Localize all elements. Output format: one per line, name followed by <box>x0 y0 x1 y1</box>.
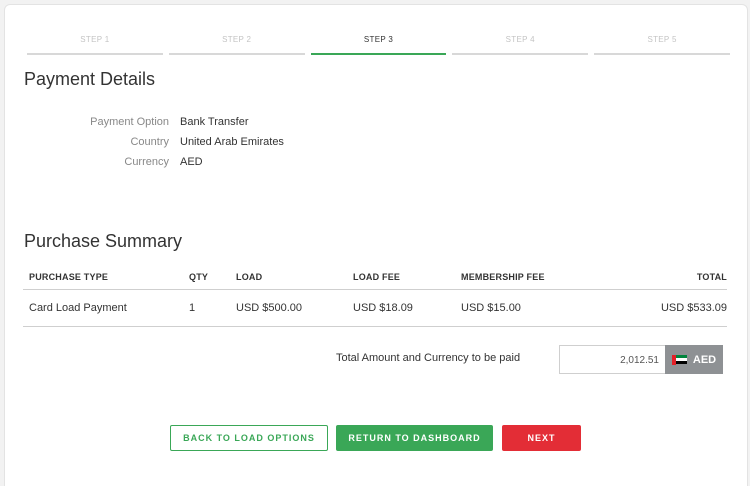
cell-load: USD $500.00 <box>236 289 353 327</box>
purchase-summary-table: PURCHASE TYPE QTY LOAD LOAD FEE MEMBERSH… <box>23 265 727 327</box>
step-1: STEP 1 <box>27 35 163 55</box>
total-amount-field: 2,012.51 <box>559 345 665 374</box>
step-3: STEP 3 <box>310 35 447 55</box>
currency-code: AED <box>692 353 717 366</box>
col-load: LOAD <box>236 265 353 290</box>
detail-row-country: Country United Arab Emirates <box>5 132 305 152</box>
col-membership-fee: MEMBERSHIP FEE <box>461 265 591 290</box>
step-2: STEP 2 <box>168 35 305 55</box>
purchase-summary-title: Purchase Summary <box>24 231 183 251</box>
table-row: Card Load Payment 1 USD $500.00 USD $18.… <box>23 289 727 327</box>
currency-badge: AED <box>665 345 723 374</box>
step-progress: STEP 1 STEP 2 STEP 3 STEP 4 STEP 5 <box>27 35 730 55</box>
step-5: STEP 5 <box>594 35 730 55</box>
payment-card: STEP 1 STEP 2 STEP 3 STEP 4 STEP 5 Payme… <box>4 4 748 486</box>
cell-membership-fee: USD $15.00 <box>461 289 591 327</box>
col-purchase-type: PURCHASE TYPE <box>23 265 189 290</box>
payment-details: Payment Option Bank Transfer Country Uni… <box>5 112 305 172</box>
detail-value: AED <box>180 156 203 168</box>
detail-label: Currency <box>124 156 169 168</box>
detail-value: United Arab Emirates <box>180 136 284 148</box>
total-amount-label: Total Amount and Currency to be paid <box>336 352 521 364</box>
cell-total: USD $533.09 <box>591 289 727 327</box>
detail-label: Country <box>130 136 169 148</box>
detail-value: Bank Transfer <box>180 116 249 128</box>
cell-purchase-type: Card Load Payment <box>23 289 189 327</box>
detail-row-payment-option: Payment Option Bank Transfer <box>5 112 305 132</box>
cell-load-fee: USD $18.09 <box>353 289 461 327</box>
detail-row-currency: Currency AED <box>5 152 305 172</box>
payment-details-title: Payment Details <box>24 69 156 89</box>
col-load-fee: LOAD FEE <box>353 265 461 290</box>
step-4: STEP 4 <box>452 35 589 55</box>
return-to-dashboard-button[interactable]: RETURN TO DASHBOARD <box>336 425 493 451</box>
cell-qty: 1 <box>189 289 236 327</box>
col-qty: QTY <box>189 265 236 290</box>
back-to-load-options-button[interactable]: BACK TO LOAD OPTIONS <box>170 425 328 451</box>
col-total: TOTAL <box>591 265 727 290</box>
table-header-row: PURCHASE TYPE QTY LOAD LOAD FEE MEMBERSH… <box>23 265 727 290</box>
next-button[interactable]: NEXT <box>502 425 581 451</box>
detail-label: Payment Option <box>90 116 169 128</box>
uae-flag-icon <box>671 354 687 365</box>
